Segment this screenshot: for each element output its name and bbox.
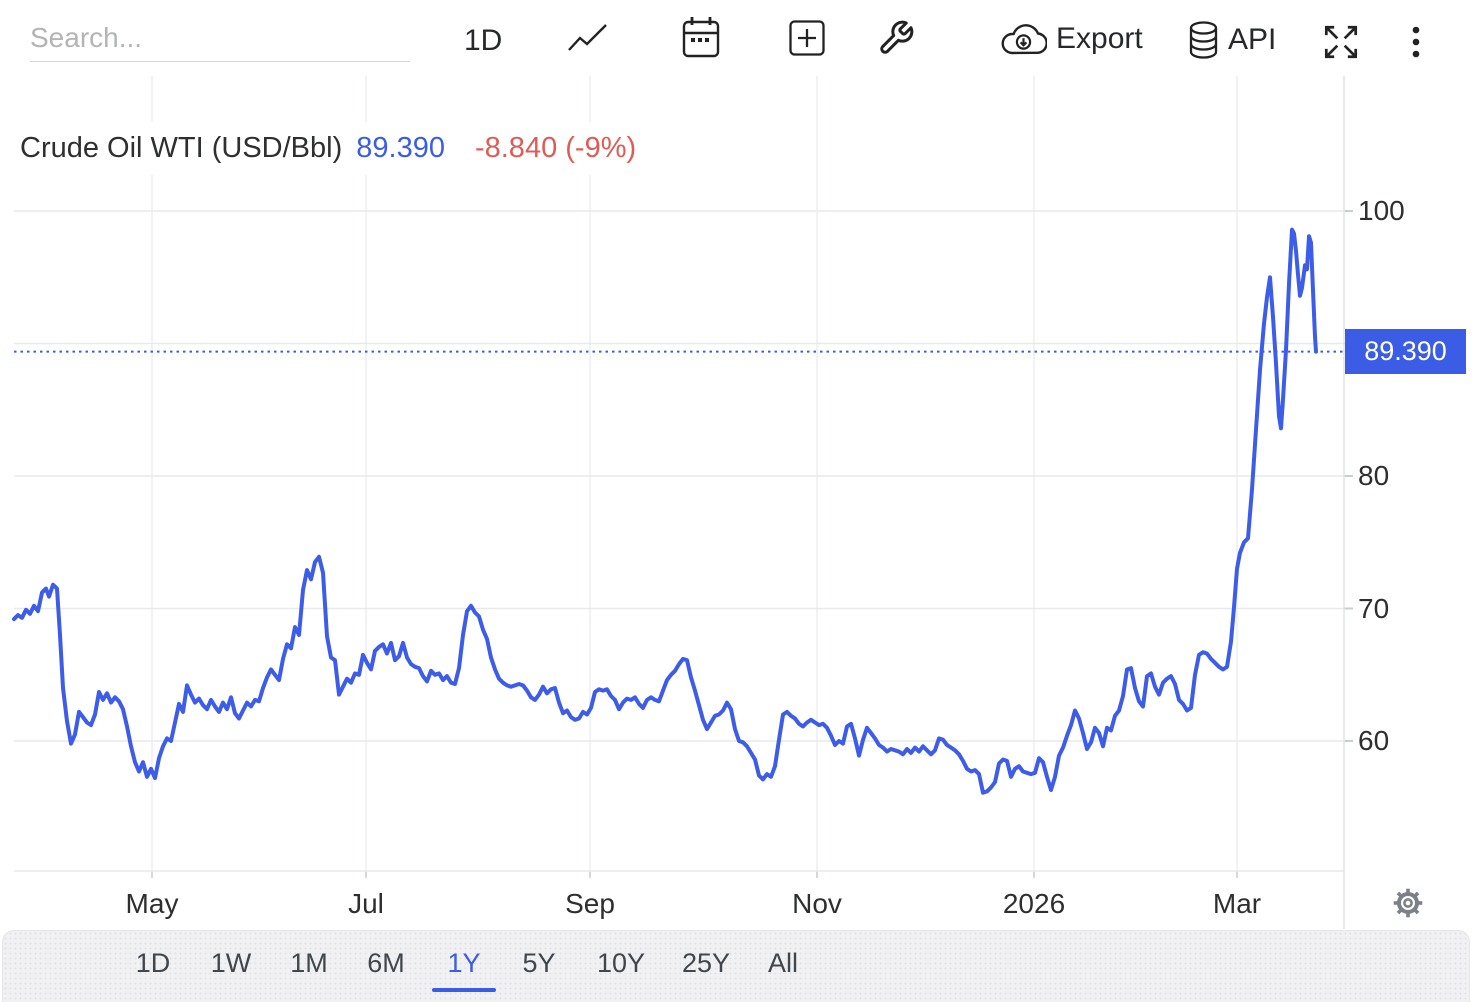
x-axis-label: Sep [565,888,615,920]
chart-app: 1D [0,0,1474,1002]
range-tab-1w[interactable]: 1W [211,948,252,979]
kebab-menu-icon [1404,24,1428,64]
calendar-icon [682,15,720,59]
interval-selector[interactable]: 1D [464,24,502,58]
price-badge: 89.390 [1345,329,1466,374]
chart-type-button[interactable] [566,21,610,55]
interval-label: 1D [464,24,502,58]
line-chart-icon [566,21,610,55]
active-tab-underline [432,988,496,992]
instrument-name: Crude Oil WTI (USD/Bbl) [20,132,342,164]
calendar-button[interactable] [682,15,720,59]
plus-box-icon [789,20,825,56]
cloud-download-icon [1000,22,1047,56]
toolbar: 1D [0,0,1474,76]
range-tab-1y[interactable]: 1Y [447,948,480,979]
range-tab-bar: 1D 1W 1M 6M 1Y 5Y 10Y 25Y All [2,930,1470,1002]
tools-button[interactable] [877,19,915,57]
settings-gear-button[interactable] [1390,885,1426,921]
range-tab-10y[interactable]: 10Y [597,948,645,979]
search-input[interactable] [30,14,410,62]
export-label: Export [1056,22,1143,56]
wrench-icon [877,19,915,57]
search-box [30,14,410,66]
x-axis-label: May [126,888,179,920]
api-label: API [1228,23,1276,57]
price-line-series [14,230,1316,793]
export-button[interactable]: Export [1000,22,1143,56]
x-axis-label: Nov [792,888,842,920]
api-button[interactable]: API [1188,20,1276,60]
add-indicator-button[interactable] [789,20,825,56]
database-icon [1188,20,1219,60]
y-axis-label: 70 [1358,593,1389,625]
x-axis-label: Mar [1213,888,1261,920]
price-change: -8.840 (-9%) [475,132,636,164]
range-tab-5y[interactable]: 5Y [522,948,555,979]
fullscreen-button[interactable] [1320,21,1362,63]
range-tab-6m[interactable]: 6M [367,948,405,979]
y-axis-label: 60 [1358,725,1389,757]
more-menu-button[interactable] [1404,24,1428,64]
range-tab-25y[interactable]: 25Y [682,948,730,979]
range-tab-all[interactable]: All [768,948,798,979]
expand-icon [1320,21,1362,63]
range-tab-1m[interactable]: 1M [290,948,328,979]
gear-icon [1390,885,1426,921]
x-axis-label: 2026 [1003,888,1065,920]
y-axis-label: 80 [1358,460,1389,492]
y-axis-label: 100 [1358,195,1405,227]
last-price: 89.390 [356,132,445,164]
instrument-header: Crude Oil WTI (USD/Bbl) 89.390 -8.840 (-9%… [14,122,658,175]
range-tab-1d[interactable]: 1D [136,948,171,979]
x-axis-label: Jul [348,888,384,920]
